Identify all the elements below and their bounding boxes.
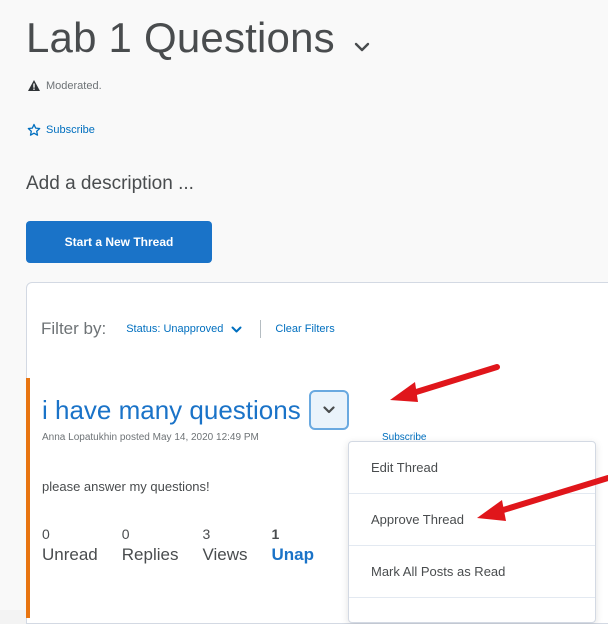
stat-value: 1: [271, 526, 280, 542]
filter-bar: Filter by: Status: Unapproved Clear Filt…: [41, 319, 335, 339]
page-title: Lab 1 Questions: [26, 14, 335, 61]
stat-value: 3: [202, 526, 211, 542]
filter-divider: [260, 320, 262, 338]
stat-value: 0: [121, 526, 130, 542]
stat-label: Unap: [271, 545, 315, 564]
chevron-down-icon[interactable]: [351, 36, 373, 58]
add-description-field[interactable]: Add a description ...: [26, 173, 194, 195]
stat-label: Unread: [42, 545, 98, 564]
stat-views: 3 Views: [202, 525, 247, 567]
stat-unread: 0 Unread: [42, 525, 98, 567]
stat-replies: 0 Replies: [122, 525, 179, 567]
thread-actions-button[interactable]: [308, 390, 349, 430]
topic-subscribe-link[interactable]: Subscribe: [27, 123, 95, 137]
topic-header: Lab 1 Questions: [26, 14, 373, 62]
stat-value: 0: [42, 526, 50, 542]
thread-stats: 0 Unread 0 Replies 3 Views 1 Unap: [42, 525, 338, 567]
start-new-thread-button[interactable]: Start a New Thread: [26, 221, 212, 263]
stat-unapproved[interactable]: 1 Unap: [272, 525, 315, 567]
stat-label: Replies: [121, 545, 179, 564]
menu-item-approve-thread[interactable]: Approve Thread: [349, 494, 595, 546]
status-filter-dropdown[interactable]: Status: Unapproved: [126, 323, 242, 335]
clear-filters-link[interactable]: Clear Filters: [275, 323, 334, 335]
chevron-down-icon: [231, 326, 242, 332]
status-filter-label: Status: Unapproved: [126, 323, 224, 335]
thread-actions-menu: Edit Thread Approve Thread Mark All Post…: [348, 441, 596, 623]
star-icon: [27, 123, 41, 136]
menu-item-mark-all-read[interactable]: Mark All Posts as Read: [349, 546, 595, 598]
thread-title-row: i have many questions: [42, 390, 349, 430]
chevron-down-icon: [323, 406, 335, 414]
subscribe-label: Subscribe: [46, 124, 95, 136]
filter-label: Filter by:: [41, 319, 107, 338]
moderated-notice: Moderated.: [27, 79, 102, 92]
menu-item-edit-thread[interactable]: Edit Thread: [349, 442, 595, 494]
thread-title-link[interactable]: i have many questions: [42, 395, 301, 426]
warning-icon: [28, 80, 40, 91]
moderated-label: Moderated.: [46, 79, 102, 92]
stat-label: Views: [202, 545, 248, 564]
discussion-topic-page: Lab 1 Questions Moderated. Subscribe Add…: [0, 0, 608, 624]
thread-meta: Anna Lopatukhin posted May 14, 2020 12:4…: [42, 432, 259, 443]
thread-body: please answer my questions!: [42, 479, 210, 494]
